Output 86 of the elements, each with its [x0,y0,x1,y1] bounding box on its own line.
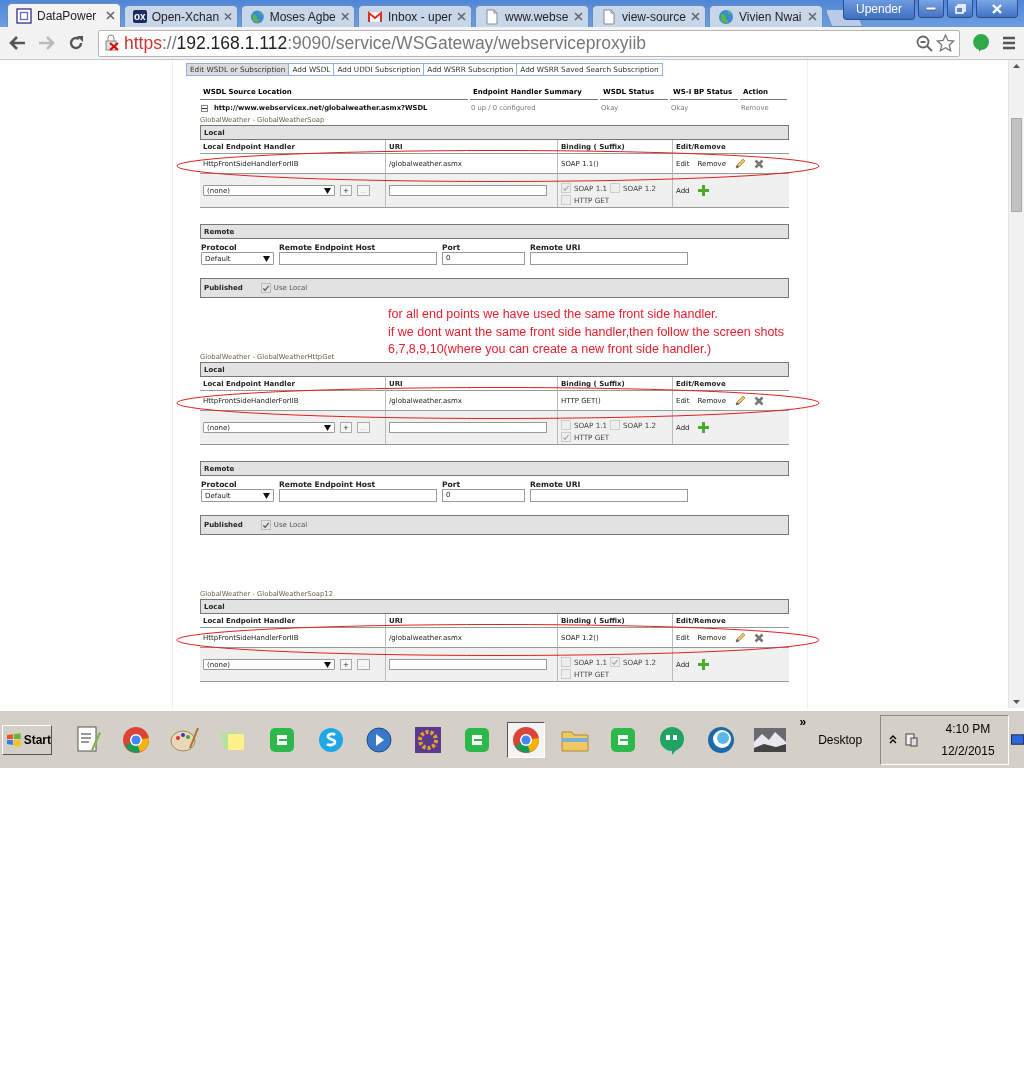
checkbox[interactable] [610,657,621,667]
minimize-icon [926,6,936,11]
browser-tab[interactable]: Inbox - uper [358,5,472,27]
dropdown-arrow-icon [324,661,331,668]
windows-logo-icon [6,732,22,747]
checkbox[interactable] [610,420,621,430]
desktop-toolbar-label[interactable]: Desktop [818,732,863,747]
plus-icon[interactable] [697,659,709,670]
star-icon[interactable] [936,34,955,52]
close-icon [992,3,1002,14]
close-icon[interactable] [224,12,232,21]
back-icon[interactable] [8,35,26,51]
clock-time[interactable]: 4:10 PM [945,721,991,736]
show-desktop-icon[interactable] [1010,733,1024,746]
delete-icon[interactable] [754,158,764,169]
expand-icon[interactable] [889,735,898,744]
clock-date[interactable]: 12/2/2015 [941,743,995,758]
annotation-text: 6,7,8,9,10(where you can create a new front side handler.) [388,341,712,358]
page-icon [601,8,617,25]
browser-tab[interactable]: view-source [592,5,706,27]
plus-icon[interactable] [697,185,709,196]
square-icon [16,7,32,24]
pencil-icon[interactable] [734,157,746,170]
checkbox[interactable] [561,669,571,679]
scroll-down-icon[interactable] [1013,700,1020,704]
close-icon[interactable] [808,12,817,21]
checkbox[interactable] [561,657,571,667]
close-icon[interactable] [106,11,115,20]
input-field[interactable] [530,489,688,502]
pencil-icon[interactable] [734,631,746,644]
menu-icon[interactable] [1002,36,1016,50]
overflow-chevron[interactable]: » [799,715,807,729]
address-bar[interactable]: https://192.168.1.112:9090/service/WSGateway/webserviceproxyiib [98,29,960,57]
input-field[interactable] [279,489,437,502]
uri-field[interactable] [389,422,547,433]
browser-tab[interactable]: www.webse [475,5,589,27]
uri-field[interactable] [389,659,547,670]
delete-icon[interactable] [754,395,764,406]
browser-tab[interactable]: Moses Agbe [241,5,355,27]
scroll-up-icon[interactable] [1013,64,1020,68]
close-icon[interactable] [691,12,700,21]
delete-icon[interactable] [754,632,764,643]
checkbox[interactable] [561,195,571,205]
scrollbar[interactable] [1008,60,1024,708]
close-icon[interactable] [340,12,349,21]
speech-bubble-icon[interactable] [972,33,990,53]
restore-icon [954,3,966,14]
plus-icon[interactable] [697,422,709,433]
browser-tab[interactable]: DataPower [7,3,121,27]
minimize-button[interactable] [918,0,944,18]
pencil-icon[interactable] [734,394,746,407]
annotation-text: for all end points we have used the same front side handler. [388,306,719,323]
insecure-lock-icon[interactable] [103,34,121,52]
dropdown-arrow-icon [324,187,331,194]
site-logo: ox [133,10,147,23]
page-icon [484,8,500,25]
checkbox[interactable] [561,432,571,442]
collapse-toggle[interactable] [201,104,208,112]
taskbar-button[interactable] [506,721,545,758]
checkbox[interactable] [260,520,271,530]
globe-icon [250,8,265,25]
annotation-text: if we dont want the same front side handler,then follow the screen shots [388,323,785,341]
checkbox[interactable] [561,183,571,193]
browser-tab[interactable]: ox Open-Xchan [124,5,238,27]
mail-icon [367,8,383,25]
dropdown-arrow-icon [324,424,331,431]
start-button[interactable]: Start [2,724,52,755]
zoom-out-icon[interactable] [916,34,933,52]
reload-icon[interactable] [68,35,84,51]
input-field[interactable] [530,252,688,265]
restore-button[interactable] [947,0,973,18]
checkbox[interactable] [561,420,571,430]
close-icon[interactable] [574,12,583,21]
checkbox[interactable] [260,283,271,293]
network-icon[interactable] [903,731,920,748]
checkbox[interactable] [610,183,621,193]
input-field[interactable] [279,252,437,265]
close-icon[interactable] [457,12,466,21]
scroll-thumb[interactable] [1011,118,1022,212]
close-button[interactable] [976,0,1018,18]
browser-tab[interactable]: Vivien Nwai [709,5,823,27]
uri-field[interactable] [389,185,547,196]
dropdown-arrow-icon [263,492,270,499]
globe-icon [718,8,734,25]
dropdown-arrow-icon [263,255,270,262]
profile-button[interactable]: Upender [842,0,915,20]
